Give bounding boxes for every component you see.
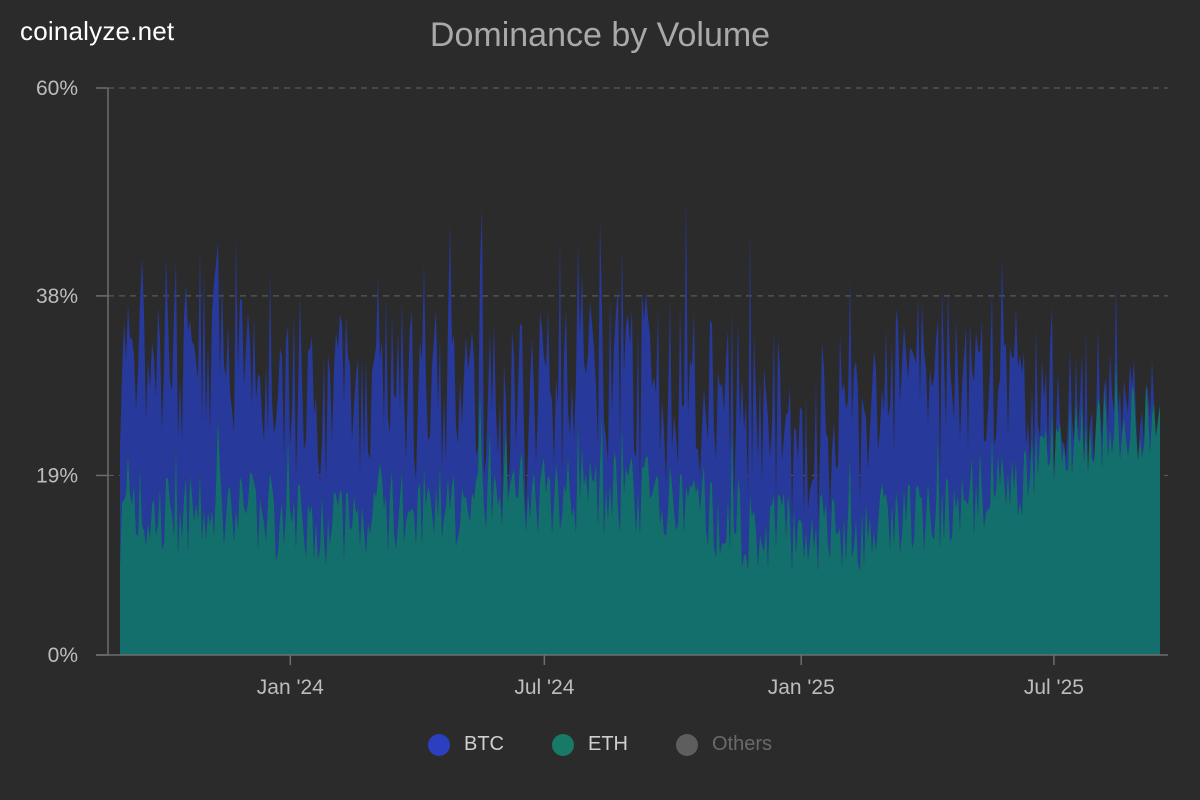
x-tick-label: Jan '25 bbox=[768, 676, 835, 699]
legend-item-others[interactable]: Others bbox=[675, 733, 773, 756]
x-tick-label: Jan '24 bbox=[257, 676, 324, 699]
legend: BTC ETH Others bbox=[0, 733, 1200, 756]
legend-label-others: Others bbox=[711, 733, 773, 755]
y-tick-label: 0% bbox=[48, 644, 78, 667]
chart-plot-area: 0% 19% 38% 60% Jan '24 Jul '24 Jan '25 Jul '25 bbox=[36, 77, 1168, 699]
y-tick-label: 19% bbox=[36, 464, 78, 487]
legend-label-eth: ETH bbox=[587, 733, 628, 755]
y-tick-label: 60% bbox=[36, 77, 78, 100]
legend-item-eth[interactable]: ETH bbox=[551, 733, 628, 756]
legend-item-btc[interactable]: BTC bbox=[427, 733, 504, 756]
x-tick-label: Jul '25 bbox=[1024, 676, 1084, 699]
chart-frame: coinalyze.net Dominance by Volume 0% 19% 3… bbox=[0, 0, 1200, 800]
x-tick-label: Jul '24 bbox=[514, 676, 574, 699]
legend-label-btc: BTC bbox=[463, 733, 504, 755]
y-tick-label: 38% bbox=[36, 285, 78, 308]
legend-swatch-others bbox=[675, 733, 698, 756]
legend-swatch-btc bbox=[427, 733, 450, 756]
legend-swatch-eth bbox=[551, 733, 574, 756]
